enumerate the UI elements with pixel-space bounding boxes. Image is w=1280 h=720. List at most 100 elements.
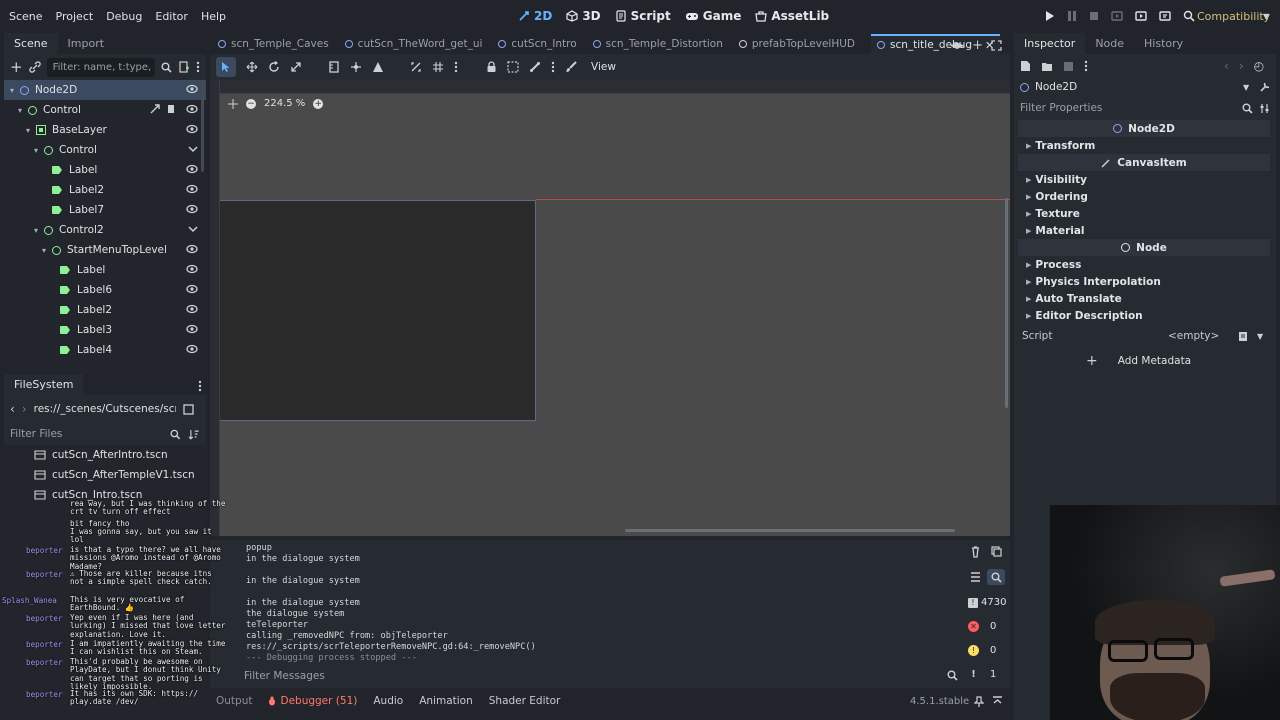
scroll-tabs-icon[interactable]: ◀▶: [950, 41, 964, 51]
search-icon[interactable]: [947, 670, 958, 681]
expand-arrow-icon[interactable]: ▾: [26, 126, 36, 135]
scene-tree-item[interactable]: Label2: [4, 300, 206, 320]
workspace-script-button[interactable]: Script: [615, 9, 671, 23]
pan-mode-icon[interactable]: [350, 61, 362, 73]
filter-settings-icon[interactable]: [1259, 103, 1270, 114]
visibility-eye-icon[interactable]: [186, 264, 198, 274]
ruler-mode-icon[interactable]: [328, 61, 340, 73]
tab-audio[interactable]: Audio: [373, 695, 403, 707]
workspace-2d-button[interactable]: 2D: [518, 9, 552, 23]
scene-tree-item[interactable]: Label3: [4, 320, 206, 340]
scene-tree-item[interactable]: Label: [4, 260, 206, 280]
grid-snap-icon[interactable]: [432, 61, 444, 73]
scale-mode-icon[interactable]: [290, 61, 302, 73]
tab-scene[interactable]: Scene: [4, 33, 58, 55]
script-file-icon[interactable]: [1238, 331, 1249, 342]
file-item[interactable]: cutScn_AfterTempleV1.tscn: [4, 465, 206, 485]
more-vert-icon[interactable]: [551, 61, 555, 73]
visibility-eye-icon[interactable]: [186, 344, 198, 354]
errors-filter[interactable]: ✕ 0: [968, 621, 996, 632]
scene-tree-item[interactable]: Label6: [4, 280, 206, 300]
expand-arrow-icon[interactable]: ▾: [34, 146, 44, 155]
distraction-free-icon[interactable]: [991, 40, 1002, 51]
group-icon[interactable]: [507, 61, 519, 73]
scene-filter-input[interactable]: Filter: name, t:type, g: [46, 57, 155, 77]
link-icon[interactable]: [28, 61, 41, 73]
pin-icon[interactable]: [974, 696, 984, 707]
chevron-down-icon[interactable]: ▼: [1243, 83, 1249, 92]
property-group[interactable]: ▶ Material: [1018, 222, 1270, 239]
visibility-eye-icon[interactable]: [186, 84, 198, 94]
visibility-eye-icon[interactable]: [186, 204, 198, 214]
visibility-eye-icon[interactable]: [186, 164, 198, 174]
zoom-in-icon[interactable]: +: [313, 98, 324, 109]
forward-icon[interactable]: ›: [22, 402, 27, 416]
info-filter[interactable]: ! 1: [968, 669, 996, 680]
visibility-eye-icon[interactable]: [186, 124, 198, 134]
expand-panel-icon[interactable]: [992, 696, 1003, 706]
add-metadata-button[interactable]: + Add Metadata: [1086, 350, 1276, 372]
script-attached-icon[interactable]: [166, 104, 176, 114]
new-resource-icon[interactable]: [1020, 60, 1031, 72]
list-icon[interactable]: [970, 572, 981, 582]
pivot-mode-icon[interactable]: [372, 61, 384, 73]
tab-import[interactable]: Import: [58, 33, 115, 55]
tools-icon[interactable]: [1259, 82, 1270, 93]
brush-icon[interactable]: [565, 61, 577, 73]
expand-arrow-icon[interactable]: ▾: [42, 246, 52, 255]
file-item[interactable]: cutScn_AfterIntro.tscn: [4, 445, 206, 465]
menu-project[interactable]: Project: [56, 10, 94, 23]
scene-tab[interactable]: cutScn_Intro: [498, 38, 577, 50]
move-mode-icon[interactable]: [246, 61, 258, 73]
scene-tree-item[interactable]: Label2: [4, 180, 206, 200]
back-icon[interactable]: ‹: [1224, 59, 1229, 73]
pause-icon[interactable]: [1067, 10, 1077, 22]
tab-shader-editor[interactable]: Shader Editor: [489, 695, 561, 707]
tab-inspector[interactable]: Inspector: [1014, 33, 1086, 55]
scene-tree-item[interactable]: ▾ BaseLayer: [4, 120, 206, 140]
property-group[interactable]: ▶ Physics Interpolation: [1018, 273, 1270, 290]
smart-snap-icon[interactable]: [410, 61, 422, 73]
filesystem-filter-input[interactable]: Filter Files: [10, 428, 162, 440]
property-group[interactable]: ▶ Ordering: [1018, 188, 1270, 205]
scene-tab[interactable]: cutScn_TheWord_get_ui: [344, 38, 482, 50]
zoom-level[interactable]: 224.5 %: [264, 98, 305, 109]
tab-debugger[interactable]: Debugger (51): [268, 695, 357, 707]
more-vert-icon[interactable]: [196, 61, 200, 73]
viewport-horizontal-scrollbar[interactable]: [625, 529, 955, 532]
scene-tree-item[interactable]: ▾ Control: [4, 100, 206, 120]
property-filter-input[interactable]: Filter Properties: [1020, 102, 1236, 114]
scene-tree-item[interactable]: Label: [4, 160, 206, 180]
expand-arrow-icon[interactable]: ▾: [10, 86, 20, 95]
renderer-selector[interactable]: Compatibility: [1197, 10, 1270, 23]
add-tab-icon[interactable]: +: [972, 38, 983, 53]
stop-icon[interactable]: [1089, 10, 1099, 22]
lock-icon[interactable]: [486, 61, 497, 73]
chevron-down-icon[interactable]: ▼: [1257, 332, 1263, 341]
play-icon[interactable]: [1045, 10, 1055, 22]
visibility-eye-icon[interactable]: [186, 284, 198, 294]
visibility-eye-icon[interactable]: [186, 304, 198, 314]
back-icon[interactable]: ‹: [10, 402, 15, 416]
menu-editor[interactable]: Editor: [155, 10, 188, 23]
sort-icon[interactable]: [188, 429, 200, 440]
play-custom-scene-icon[interactable]: [1159, 10, 1171, 22]
property-group[interactable]: ▶ Process: [1018, 256, 1270, 273]
open-resource-icon[interactable]: [1041, 61, 1053, 72]
tab-node[interactable]: Node: [1085, 33, 1134, 55]
2d-viewport[interactable]: − 224.5 % +: [210, 80, 1010, 536]
search-icon[interactable]: [161, 62, 172, 73]
script-value[interactable]: <empty>: [1168, 330, 1238, 342]
visibility-eye-icon[interactable]: [186, 104, 198, 114]
scene-tab[interactable]: prefabTopLevelHUD: [738, 38, 855, 50]
add-node-icon[interactable]: +: [10, 58, 23, 76]
bone-icon[interactable]: [529, 61, 541, 73]
search-icon[interactable]: [170, 429, 181, 440]
property-group[interactable]: ▶ Visibility: [1018, 171, 1270, 188]
scene-tree-item[interactable]: ▾ Control2: [4, 220, 206, 240]
workspace-game-button[interactable]: Game: [685, 9, 741, 23]
visibility-eye-icon[interactable]: [186, 244, 198, 254]
search-toggle[interactable]: [987, 569, 1005, 585]
scene-tree-item[interactable]: ▾ StartMenuTopLevel: [4, 240, 206, 260]
chevron-down-icon[interactable]: [188, 144, 198, 154]
